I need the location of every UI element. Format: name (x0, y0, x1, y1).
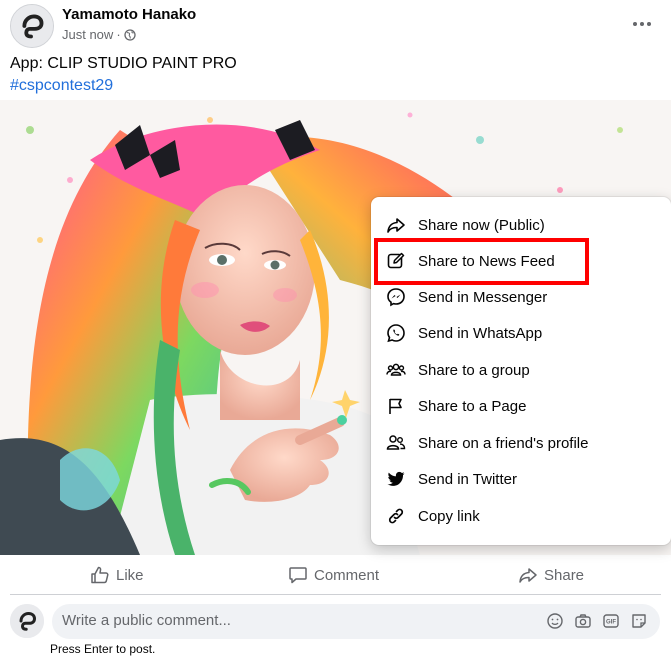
globe-icon (124, 28, 136, 41)
post-body: App: CLIP STUDIO PAINT PRO #cspcontest29 (10, 53, 237, 97)
menu-item-friend-profile[interactable]: Share on a friend's profile (371, 425, 671, 461)
menu-item-label: Send in WhatsApp (418, 324, 543, 342)
author-avatar[interactable] (10, 4, 54, 48)
menu-item-label: Send in Twitter (418, 470, 517, 488)
link-icon (385, 505, 407, 527)
more-options-icon[interactable] (631, 14, 653, 34)
hashtag-link[interactable]: #cspcontest29 (10, 75, 237, 97)
like-label: Like (116, 566, 144, 584)
comment-button[interactable]: Comment (288, 563, 379, 587)
menu-item-whatsapp[interactable]: Send in WhatsApp (371, 315, 671, 351)
highlight-annotation (374, 238, 589, 285)
comment-hint: Press Enter to post. (50, 642, 156, 656)
post-action-bar: Like Comment Share (10, 557, 661, 595)
menu-item-page[interactable]: Share to a Page (371, 388, 671, 424)
emoji-icon[interactable] (546, 612, 564, 630)
share-arrow-icon (518, 565, 538, 585)
timestamp[interactable]: Just now (62, 27, 113, 42)
comment-input[interactable] (62, 612, 522, 629)
comment-box: GIF (52, 604, 660, 639)
messenger-icon (385, 286, 407, 308)
comment-tools: GIF (546, 612, 648, 630)
menu-item-label: Share on a friend's profile (418, 434, 589, 452)
menu-item-label: Share to a Page (418, 397, 527, 415)
menu-item-label: Copy link (418, 507, 480, 525)
menu-item-twitter[interactable]: Send in Twitter (371, 461, 671, 497)
group-icon (385, 359, 407, 381)
menu-item-label: Send in Messenger (418, 288, 548, 306)
meta-separator: · (116, 27, 121, 42)
share-button[interactable]: Share (518, 563, 584, 587)
post-app-line: App: CLIP STUDIO PAINT PRO (10, 55, 237, 72)
comment-composer: GIF (0, 600, 671, 644)
whatsapp-icon (385, 322, 407, 344)
post-header: Yamamoto Hanako Just now · (0, 0, 671, 50)
menu-item-copy-link[interactable]: Copy link (371, 498, 671, 534)
comment-label: Comment (314, 566, 380, 584)
post-meta: Just now · (62, 27, 136, 42)
share-label: Share (544, 566, 585, 584)
friends-icon (385, 432, 407, 454)
menu-item-label: Share to a group (418, 361, 530, 379)
flag-icon (385, 395, 407, 417)
gif-icon[interactable]: GIF (602, 612, 620, 630)
camera-icon[interactable] (574, 612, 592, 630)
author-name[interactable]: Yamamoto Hanako (62, 6, 196, 23)
sticker-icon[interactable] (630, 612, 648, 630)
commenter-avatar[interactable] (10, 604, 44, 638)
thumbs-up-icon (90, 565, 110, 585)
twitter-icon (385, 468, 407, 490)
like-button[interactable]: Like (90, 563, 144, 587)
menu-item-group[interactable]: Share to a group (371, 352, 671, 388)
menu-item-label: Share now (Public) (418, 216, 545, 234)
svg-text:GIF: GIF (606, 620, 616, 626)
comment-icon (288, 565, 308, 585)
share-arrow-icon (385, 214, 407, 236)
